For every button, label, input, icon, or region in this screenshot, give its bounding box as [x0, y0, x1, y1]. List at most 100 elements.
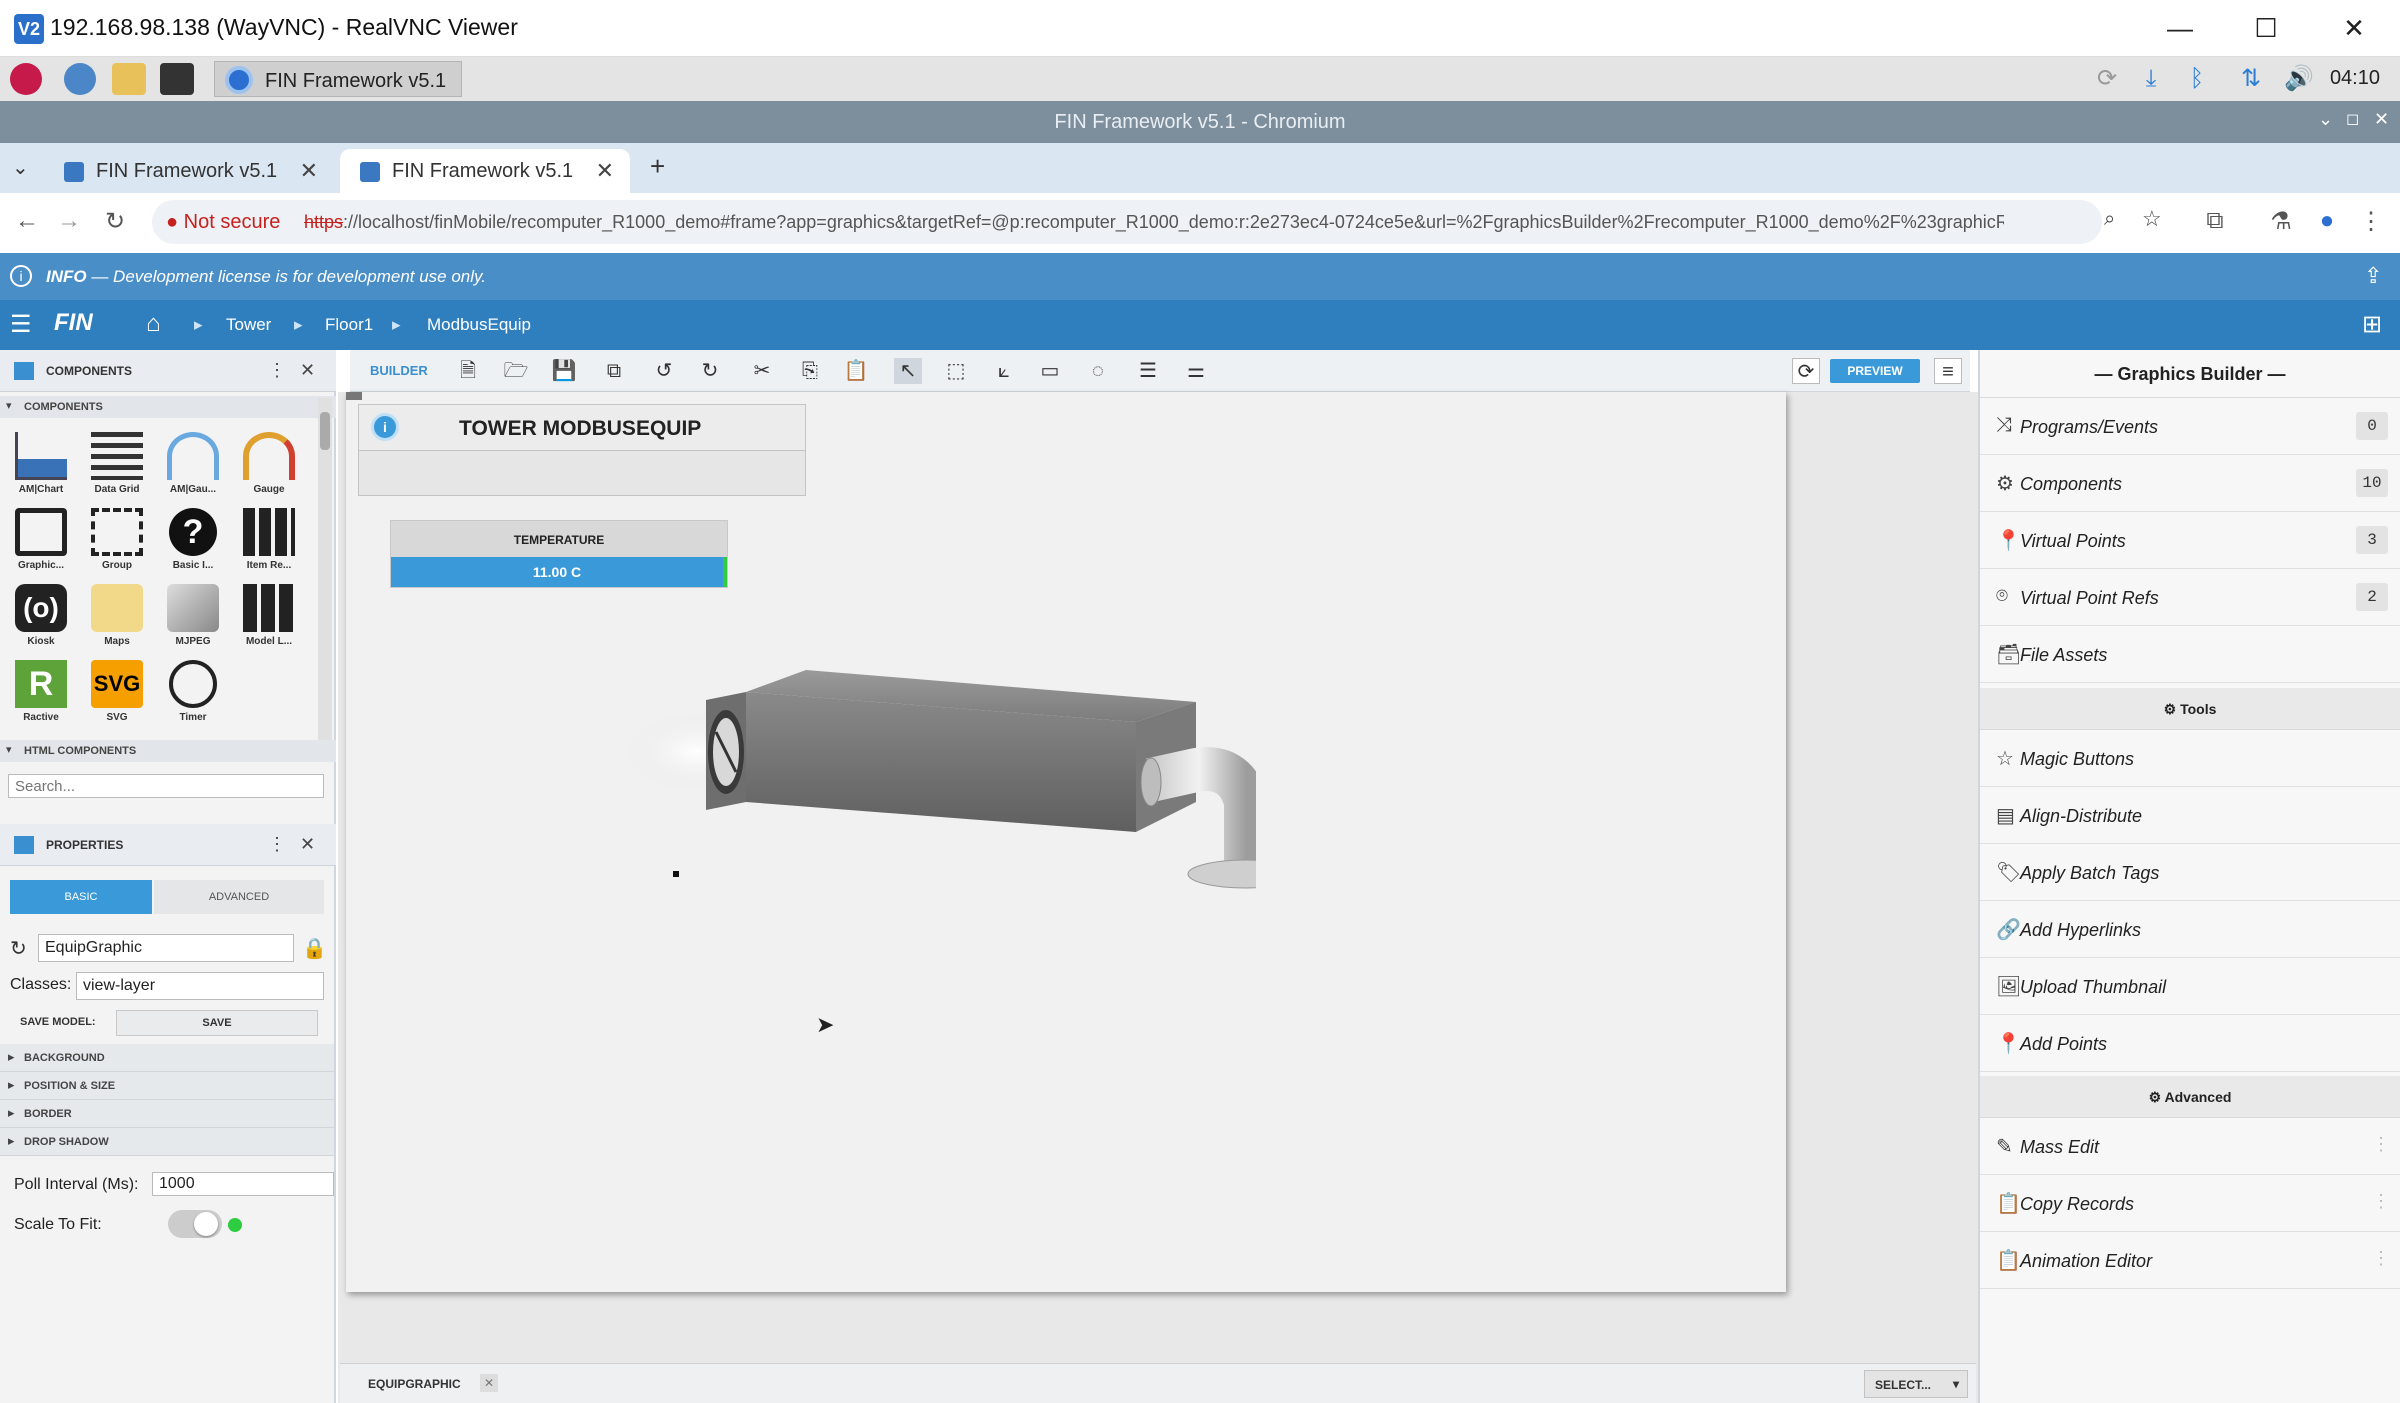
select-dropdown[interactable]: SELECT... ▾	[1864, 1370, 1968, 1398]
panel-close-icon[interactable]: ✕	[300, 360, 315, 381]
labs-flask-icon[interactable]: ⚗	[2266, 207, 2296, 236]
components-section-header[interactable]: ▾ COMPONENTS	[0, 396, 336, 418]
panel-close-icon[interactable]: ✕	[300, 834, 315, 855]
temperature-widget[interactable]: TEMPERATURE 11.00 C	[390, 520, 728, 588]
web-browser-icon[interactable]	[64, 63, 96, 95]
rectangle-tool-icon[interactable]: ▭	[1036, 358, 1064, 384]
close-window-button[interactable]: ✕	[2324, 10, 2384, 46]
settings-sliders-icon[interactable]: ⚌	[1182, 358, 1210, 384]
transform-tool-icon[interactable]: ⬚	[942, 358, 970, 384]
canvas-handle[interactable]	[346, 392, 362, 400]
component-data-grid[interactable]: Data Grid	[80, 432, 154, 508]
extensions-icon[interactable]: ⧉	[2200, 207, 2230, 235]
file-assets-item[interactable]: 🗃 File Assets	[1980, 626, 2400, 683]
add-points-item[interactable]: 📍 Add Points	[1980, 1015, 2400, 1072]
copy-records-item[interactable]: 📋 Copy Records ⋮	[1980, 1175, 2400, 1232]
builder-menu-icon[interactable]: ≡	[1934, 358, 1962, 384]
component-amgauge[interactable]: AM|Gau...	[156, 432, 230, 508]
forward-arrow-icon[interactable]: →	[54, 207, 84, 235]
element-name-input[interactable]	[38, 934, 294, 962]
poll-interval-input[interactable]	[152, 1172, 334, 1196]
tab-basic[interactable]: BASIC	[10, 880, 152, 914]
share-icon[interactable]: ⇪	[2364, 263, 2382, 289]
programs-events-item[interactable]: ⤨ Programs/Events 0	[1980, 398, 2400, 455]
mass-edit-item[interactable]: ✎ Mass Edit ⋮	[1980, 1118, 2400, 1175]
component-item-repeater[interactable]: Item Re...	[232, 508, 306, 584]
drag-handle-icon[interactable]: ⋮	[2372, 1248, 2390, 1269]
save-as-icon[interactable]: ⧉	[600, 358, 628, 384]
magic-buttons-item[interactable]: ☆ Magic Buttons	[1980, 730, 2400, 787]
close-tab-icon[interactable]: ✕	[596, 158, 614, 184]
maximize-button[interactable]: ☐	[2236, 10, 2296, 46]
rotate-tool-icon[interactable]: ◌	[1084, 358, 1112, 384]
selection-point[interactable]	[673, 871, 679, 877]
browser-tab-1[interactable]: FIN Framework v5.1 ✕	[44, 149, 334, 193]
address-bar[interactable]: ● Not secure https://localhost/finMobile…	[152, 200, 2162, 244]
component-svg[interactable]: SVG SVG	[80, 660, 154, 736]
crop-tool-icon[interactable]: ⟀	[990, 358, 1018, 384]
component-mjpeg[interactable]: MJPEG	[156, 584, 230, 660]
component-basic-info[interactable]: ? Basic I...	[156, 508, 230, 584]
panel-options-icon[interactable]: ⋮	[268, 834, 286, 855]
component-kiosk[interactable]: (o) Kiosk	[4, 584, 78, 660]
html-components-section-header[interactable]: ▾ HTML COMPONENTS	[0, 740, 336, 762]
reload-icon[interactable]: ↻	[100, 207, 130, 236]
back-arrow-icon[interactable]: ←	[12, 207, 42, 235]
breadcrumb-modbusequip[interactable]: ModbusEquip	[427, 315, 531, 335]
graphic-canvas[interactable]: i TOWER MODBUSEQUIP TEMPERATURE 11.00 C	[346, 392, 1786, 1292]
equip-title-card[interactable]: i TOWER MODBUSEQUIP	[358, 404, 806, 496]
paste-icon[interactable]: 📋	[842, 358, 870, 384]
tab-search-chevron-icon[interactable]: ⌄	[12, 155, 29, 180]
sync-icon[interactable]: ⟳	[2092, 65, 2122, 93]
component-maps[interactable]: Maps	[80, 584, 154, 660]
network-icon[interactable]: ⇅	[2236, 65, 2266, 93]
breadcrumb-tower[interactable]: Tower	[226, 315, 271, 335]
component-search-input[interactable]	[8, 774, 324, 798]
add-hyperlinks-item[interactable]: 🔗 Add Hyperlinks	[1980, 901, 2400, 958]
component-gauge[interactable]: Gauge	[232, 432, 306, 508]
undo-icon[interactable]: ↺	[650, 358, 678, 384]
new-file-icon[interactable]: 🗎	[454, 358, 482, 384]
chevron-down-icon[interactable]: ⌄	[2318, 109, 2333, 130]
panel-options-icon[interactable]: ⋮	[268, 360, 286, 381]
taskbar-chromium-task[interactable]: FIN Framework v5.1 ...	[214, 61, 462, 115]
minimize-button[interactable]: —	[2150, 10, 2210, 46]
refresh-preview-icon[interactable]: ⟳	[1792, 358, 1820, 384]
component-group[interactable]: Group	[80, 508, 154, 584]
redo-icon[interactable]: ↻	[696, 358, 724, 384]
layers-icon[interactable]: ☰	[1134, 358, 1162, 384]
component-ractive[interactable]: R Ractive	[4, 660, 78, 736]
terminal-icon[interactable]	[160, 63, 194, 95]
raspberry-menu-icon[interactable]	[10, 63, 42, 95]
component-timer[interactable]: Timer	[156, 660, 230, 736]
download-icon[interactable]: ⤓	[2136, 65, 2166, 93]
lock-icon[interactable]: 🔒	[302, 936, 327, 961]
virtual-points-item[interactable]: 📍 Virtual Points 3	[1980, 512, 2400, 569]
browser-menu-icon[interactable]: ⋮	[2356, 207, 2386, 236]
open-folder-icon[interactable]: 🗁	[502, 358, 530, 384]
preview-button[interactable]: PREVIEW	[1830, 359, 1920, 383]
bookmark-star-icon[interactable]: ☆	[2142, 206, 2162, 232]
ahu-duct-graphic[interactable]	[596, 652, 1256, 1012]
info-icon[interactable]: i	[371, 413, 399, 441]
drag-handle-icon[interactable]: ⋮	[2372, 1134, 2390, 1155]
pointer-tool-icon[interactable]: ↖	[894, 358, 922, 384]
component-model-layout[interactable]: Model L...	[232, 584, 306, 660]
save-model-button[interactable]: SAVE	[116, 1010, 318, 1036]
components-scrollbar[interactable]	[318, 398, 332, 756]
components-item[interactable]: ⚙ Components 10	[1980, 455, 2400, 512]
save-icon[interactable]: 💾	[550, 358, 578, 384]
home-icon[interactable]: ⌂	[146, 310, 161, 338]
volume-icon[interactable]: 🔊	[2284, 65, 2314, 93]
section-background[interactable]: BACKGROUND	[0, 1044, 334, 1072]
classes-input[interactable]	[76, 972, 324, 1000]
breadcrumb-floor1[interactable]: Floor1	[325, 315, 373, 335]
file-manager-icon[interactable]	[112, 63, 146, 95]
align-distribute-item[interactable]: ▤ Align-Distribute	[1980, 787, 2400, 844]
apps-grid-icon[interactable]: ⊞	[2362, 310, 2382, 339]
url-text[interactable]: https://localhost/finMobile/recomputer_R…	[304, 212, 2004, 233]
zoom-icon[interactable]: ⌕	[2104, 208, 2115, 231]
browser-tab-2[interactable]: FIN Framework v5.1 ✕	[340, 149, 630, 193]
profile-avatar-icon[interactable]: ●	[2312, 207, 2342, 235]
tab-equipgraphic[interactable]: EQUIPGRAPHIC	[368, 1377, 461, 1391]
